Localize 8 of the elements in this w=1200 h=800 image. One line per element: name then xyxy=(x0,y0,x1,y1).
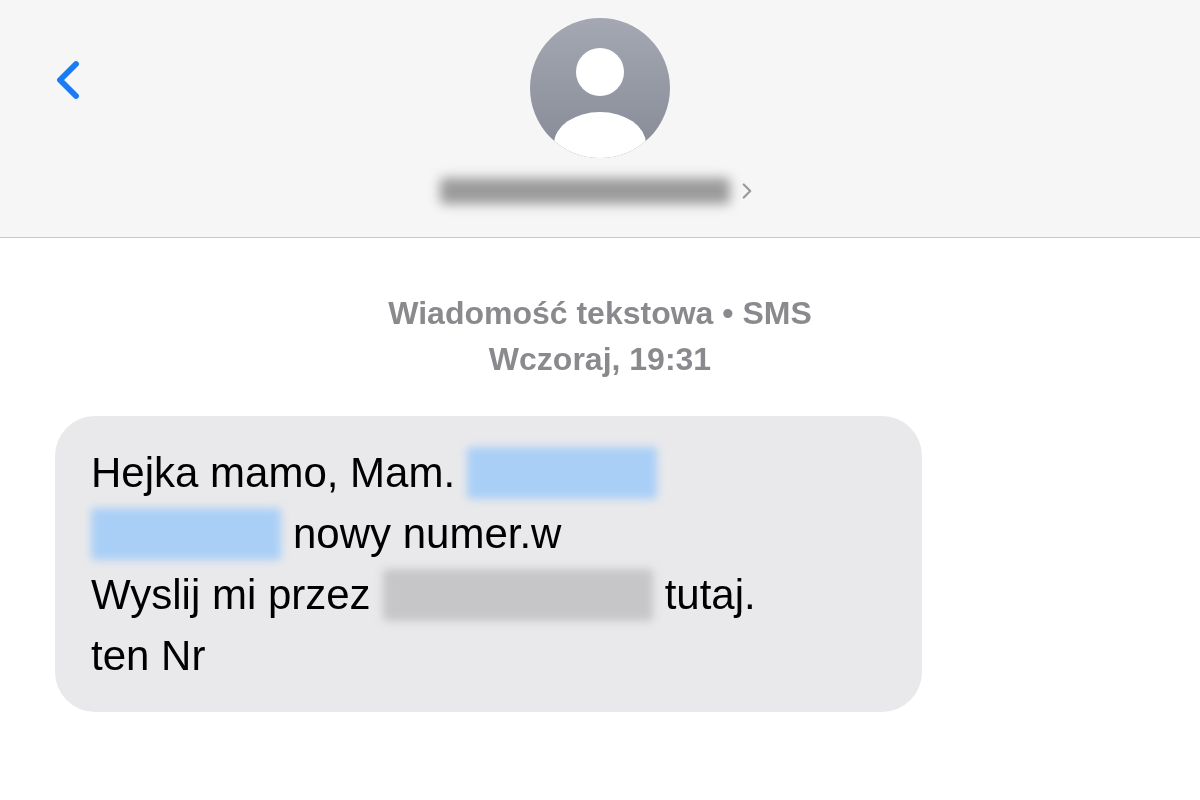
message-text: Hejka mamo, Mam. xyxy=(91,448,456,498)
message-text: nowy numer.w xyxy=(293,509,562,559)
timestamp: Wczoraj, 19:31 xyxy=(488,340,712,379)
avatar-icon[interactable] xyxy=(530,18,670,158)
service-label: Wiadomość tekstowa • SMS xyxy=(388,294,812,333)
message-text: ten Nr xyxy=(91,631,206,681)
message-text: Wyslij mi przez xyxy=(91,570,371,620)
message-text: tutaj. xyxy=(664,570,756,620)
